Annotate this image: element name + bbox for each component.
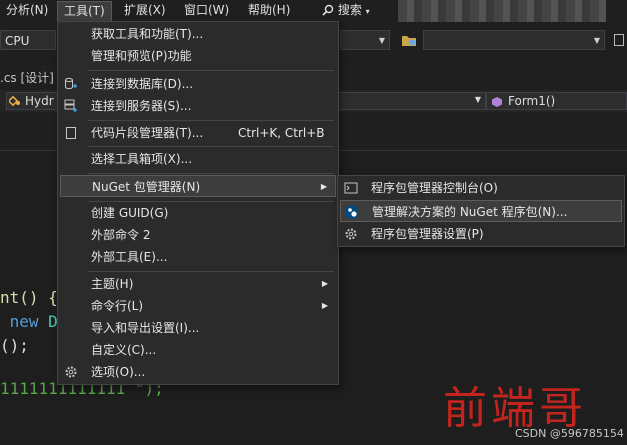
member-dropdown-value: Form1() (508, 94, 556, 108)
type-dropdown[interactable]: Hydr (6, 92, 58, 110)
menu-item-label: 程序包管理器控制台(O) (371, 181, 498, 195)
search-menu[interactable]: 搜索 ▾ (316, 0, 376, 21)
menu-item-package-settings[interactable]: 程序包管理器设置(P) (338, 223, 624, 245)
console-icon (344, 182, 358, 194)
menu-tools[interactable]: 工具(T) (57, 1, 112, 22)
menu-item-label: 获取工具和功能(T)... (91, 27, 204, 41)
platform-select[interactable]: CPU (0, 30, 56, 50)
nuget-icon (346, 206, 358, 218)
code-method-call: nt() { (0, 288, 58, 307)
menu-item-get-tools[interactable]: 获取工具和功能(T)... (58, 23, 338, 45)
menu-item-theme[interactable]: 主题(H) ▶ (58, 273, 338, 295)
toolbar-combo-b[interactable]: ▼ (423, 30, 605, 50)
menu-item-label: 连接到服务器(S)... (91, 99, 192, 113)
menu-item-label: 创建 GUID(G) (91, 206, 169, 220)
code-type-name: D (38, 312, 58, 331)
menu-item-choose-toolbox[interactable]: 选择工具箱项(X)... (58, 148, 338, 170)
menu-item-label: 选项(O)... (91, 365, 146, 379)
menu-item-label: 程序包管理器设置(P) (371, 227, 484, 241)
search-icon (322, 4, 334, 16)
menu-item-label: 选择工具箱项(X)... (91, 152, 193, 166)
submenu-arrow-icon: ▶ (320, 182, 327, 191)
code-line-1: nt() { (0, 288, 58, 307)
menu-item-snippets-manager[interactable]: 代码片段管理器(T)... Ctrl+K, Ctrl+B (58, 122, 338, 144)
menu-item-connect-database[interactable]: 连接到数据库(D)... (58, 73, 338, 95)
menu-separator (88, 271, 334, 272)
database-connect-icon (65, 77, 77, 90)
blurred-region (398, 0, 606, 22)
type-dropdown-value: Hydr (25, 94, 54, 108)
member-dropdown-left[interactable]: ▼ (338, 92, 486, 110)
gear-icon (345, 228, 357, 240)
menu-item-label: 自定义(C)... (91, 343, 157, 357)
menu-item-command-line[interactable]: 命令行(L) ▶ (58, 295, 338, 317)
menu-item-customize[interactable]: 自定义(C)... (58, 339, 338, 361)
menu-item-label: 外部命令 2 (91, 228, 151, 242)
menu-item-label: 连接到数据库(D)... (91, 77, 194, 91)
search-label: 搜索 (337, 3, 362, 17)
menu-window[interactable]: 窗口(W) (178, 0, 235, 21)
menu-help[interactable]: 帮助(H) (242, 0, 296, 21)
menu-separator (88, 120, 334, 121)
menu-extensions[interactable]: 扩展(X) (118, 0, 172, 21)
code-keyword-new: new (0, 312, 39, 331)
toolbar-combo-a[interactable]: ▼ (340, 30, 390, 50)
menu-item-import-export[interactable]: 导入和导出设置(I)... (58, 317, 338, 339)
menu-separator (88, 173, 334, 174)
menu-item-label: 命令行(L) (91, 299, 144, 313)
chevron-down-icon: ▼ (593, 36, 600, 45)
menu-item-external-command-2[interactable]: 外部命令 2 (58, 224, 338, 246)
menu-item-manage-nuget-packages[interactable]: 管理解决方案的 NuGet 程序包(N)... (340, 200, 622, 222)
code-line-2: new D (0, 312, 58, 331)
method-icon (492, 97, 502, 107)
snippet-icon (66, 127, 76, 139)
menu-item-label: 主题(H) (91, 277, 134, 291)
folder-icon[interactable] (401, 33, 417, 47)
platform-value: CPU (5, 34, 30, 48)
menu-item-label: 管理和预览(P)功能 (91, 49, 192, 63)
menu-item-label: 代码片段管理器(T)... (91, 126, 204, 140)
menu-separator (88, 70, 334, 71)
menu-item-nuget[interactable]: NuGet 包管理器(N) ▶ (60, 175, 336, 197)
menu-item-create-guid[interactable]: 创建 GUID(G) (58, 202, 338, 224)
class-icon (9, 96, 20, 107)
chevron-down-icon: ▼ (474, 95, 481, 104)
tools-menu: 获取工具和功能(T)... 管理和预览(P)功能 连接到数据库(D)... 连接… (57, 21, 339, 385)
submenu-arrow-icon: ▶ (321, 301, 328, 310)
submenu-arrow-icon: ▶ (321, 279, 328, 288)
member-dropdown[interactable]: Form1() (486, 92, 627, 110)
gear-icon (65, 366, 77, 378)
menu-item-label: NuGet 包管理器(N) (92, 180, 201, 194)
csdn-credit: CSDN @596785154 (515, 427, 624, 440)
menu-item-label: 管理解决方案的 NuGet 程序包(N)... (372, 205, 568, 219)
menu-item-shortcut: Ctrl+K, Ctrl+B (238, 126, 325, 140)
menu-analyze[interactable]: 分析(N) (0, 0, 54, 21)
menu-item-label: 导入和导出设置(I)... (91, 321, 200, 335)
menu-separator (88, 146, 334, 147)
toolbar-button-icon[interactable] (614, 34, 624, 46)
chevron-down-icon: ▼ (378, 36, 385, 45)
menu-item-connect-server[interactable]: 连接到服务器(S)... (58, 95, 338, 117)
chevron-down-icon: ▾ (365, 7, 370, 16)
code-line-3: (); (0, 336, 29, 355)
tab-designer[interactable]: .cs [设计] (0, 69, 54, 86)
menu-item-manage-preview[interactable]: 管理和预览(P)功能 (58, 45, 338, 67)
menu-item-package-console[interactable]: 程序包管理器控制台(O) (338, 177, 624, 199)
menu-item-options[interactable]: 选项(O)... (58, 361, 338, 383)
nuget-submenu: 程序包管理器控制台(O) 管理解决方案的 NuGet 程序包(N)... 程序包… (337, 175, 625, 247)
menu-item-external-tools[interactable]: 外部工具(E)... (58, 246, 338, 268)
menu-item-label: 外部工具(E)... (91, 250, 168, 264)
server-connect-icon (64, 99, 77, 112)
